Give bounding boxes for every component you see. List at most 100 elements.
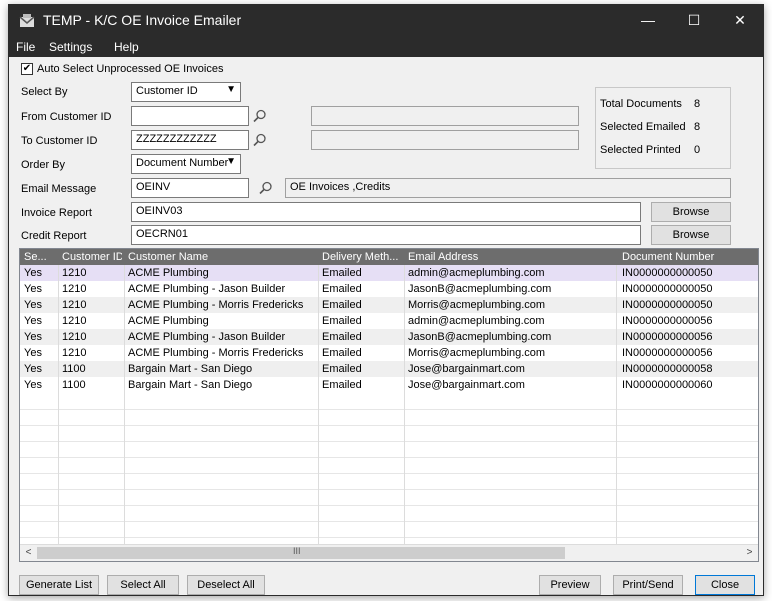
menu-bar: File Settings Help xyxy=(9,37,763,57)
cell-email-address: admin@acmeplumbing.com xyxy=(408,315,545,327)
order-by-value: Document Number xyxy=(136,157,229,169)
scroll-left-icon[interactable]: < xyxy=(21,546,36,561)
email-message-label: Email Message xyxy=(21,183,97,195)
cell-customer-id: 1210 xyxy=(62,267,87,279)
grid-body: Yes 1210 ACME Plumbing Emailed admin@acm… xyxy=(20,265,758,561)
print-send-button[interactable]: Print/Send xyxy=(613,575,683,595)
cell-selected: Yes xyxy=(24,347,42,359)
grid-header: Se... Customer ID Customer Name Delivery… xyxy=(20,249,758,265)
cell-customer-id: 1100 xyxy=(62,363,86,375)
row-divider xyxy=(20,537,758,538)
table-row[interactable]: Yes 1210 ACME Plumbing Emailed admin@acm… xyxy=(20,265,758,281)
table-row[interactable]: Yes 1210 ACME Plumbing - Jason Builder E… xyxy=(20,281,758,297)
cell-selected: Yes xyxy=(24,331,42,343)
order-by-dropdown[interactable]: Document Number ▼ xyxy=(131,154,241,174)
finder-icon[interactable] xyxy=(259,181,273,195)
total-documents-value: 8 xyxy=(694,98,701,110)
row-divider xyxy=(20,409,758,410)
select-by-dropdown[interactable]: Customer ID ▼ xyxy=(131,82,241,102)
column-divider xyxy=(58,265,59,561)
cell-customer-name: ACME Plumbing xyxy=(128,267,209,279)
invoice-browse-button[interactable]: Browse xyxy=(651,202,731,222)
column-header-delivery-method[interactable]: Delivery Meth... xyxy=(322,251,400,263)
invoice-report-input[interactable]: OEINV03 xyxy=(131,202,641,222)
scrollbar-grip: III xyxy=(293,546,301,556)
cell-selected: Yes xyxy=(24,363,42,375)
cell-customer-id: 1210 xyxy=(62,331,87,343)
to-customer-input[interactable]: ZZZZZZZZZZZZ xyxy=(131,130,249,150)
table-row[interactable]: Yes 1210 ACME Plumbing - Jason Builder E… xyxy=(20,329,758,345)
from-customer-input[interactable] xyxy=(131,106,249,126)
cell-customer-name: Bargain Mart - San Diego xyxy=(128,379,253,391)
table-row[interactable]: Yes 1210 ACME Plumbing - Morris Frederic… xyxy=(20,345,758,361)
column-header-email-address[interactable]: Email Address xyxy=(408,251,608,263)
cell-customer-id: 1210 xyxy=(62,315,87,327)
from-customer-label: From Customer ID xyxy=(21,111,112,123)
credit-report-label: Credit Report xyxy=(21,230,87,242)
column-divider xyxy=(404,265,405,561)
cell-delivery-method: Emailed xyxy=(322,299,362,311)
column-header-customer-name[interactable]: Customer Name xyxy=(128,251,313,263)
minimize-button[interactable]: — xyxy=(625,5,671,37)
cell-customer-name: ACME Plumbing - Morris Fredericks xyxy=(128,299,304,311)
column-header-customer-id[interactable]: Customer ID xyxy=(62,251,122,263)
close-button[interactable]: Close xyxy=(695,575,755,595)
maximize-button[interactable]: ☐ xyxy=(671,5,717,37)
cell-selected: Yes xyxy=(24,267,42,279)
cell-email-address: Jose@bargainmart.com xyxy=(408,363,525,375)
auto-select-checkbox[interactable]: ✔ xyxy=(21,63,33,75)
window-title: TEMP - K/C OE Invoice Emailer xyxy=(43,12,242,28)
column-header-selected[interactable]: Se... xyxy=(24,251,54,263)
auto-select-label: Auto Select Unprocessed OE Invoices xyxy=(37,63,224,75)
table-row[interactable]: Yes 1100 Bargain Mart - San Diego Emaile… xyxy=(20,361,758,377)
deselect-all-button[interactable]: Deselect All xyxy=(187,575,265,595)
to-customer-label: To Customer ID xyxy=(21,135,98,147)
total-documents-label: Total Documents xyxy=(600,98,682,110)
cell-email-address: Jose@bargainmart.com xyxy=(408,379,525,391)
totals-panel: Total Documents 8 Selected Emailed 8 Sel… xyxy=(595,87,731,169)
cell-delivery-method: Emailed xyxy=(322,331,362,343)
cell-delivery-method: Emailed xyxy=(322,267,362,279)
email-message-input[interactable]: OEINV xyxy=(131,178,249,198)
finder-icon[interactable] xyxy=(253,133,267,147)
cell-delivery-method: Emailed xyxy=(322,315,362,327)
order-by-label: Order By xyxy=(21,159,66,171)
close-window-button[interactable]: ✕ xyxy=(717,5,763,37)
documents-grid[interactable]: Se... Customer ID Customer Name Delivery… xyxy=(19,248,759,562)
scrollbar-thumb[interactable]: III xyxy=(37,546,565,559)
selected-emailed-value: 8 xyxy=(694,121,701,133)
table-row[interactable]: Yes 1100 Bargain Mart - San Diego Emaile… xyxy=(20,377,758,393)
cell-selected: Yes xyxy=(24,283,42,295)
menu-file[interactable]: File xyxy=(16,40,35,54)
credit-report-input[interactable]: OECRN01 xyxy=(131,225,641,245)
finder-icon[interactable] xyxy=(253,109,267,123)
column-divider xyxy=(616,265,617,561)
table-row[interactable]: Yes 1210 ACME Plumbing - Morris Frederic… xyxy=(20,297,758,313)
cell-email-address: Morris@acmeplumbing.com xyxy=(408,347,546,359)
column-header-document-number[interactable]: Document Number xyxy=(622,251,752,263)
row-divider xyxy=(20,457,758,458)
title-bar: TEMP - K/C OE Invoice Emailer — ☐ ✕ xyxy=(9,5,763,37)
selected-emailed-label: Selected Emailed xyxy=(600,121,686,133)
select-by-value: Customer ID xyxy=(136,85,198,97)
select-all-button[interactable]: Select All xyxy=(107,575,179,595)
cell-customer-name: ACME Plumbing xyxy=(128,315,209,327)
cell-delivery-method: Emailed xyxy=(322,379,362,391)
menu-settings[interactable]: Settings xyxy=(49,40,92,54)
cell-document-number: IN0000000000056 xyxy=(622,347,713,359)
menu-help[interactable]: Help xyxy=(114,40,139,54)
credit-browse-button[interactable]: Browse xyxy=(651,225,731,245)
horizontal-scrollbar[interactable]: < III > xyxy=(20,544,758,561)
table-row[interactable]: Yes 1210 ACME Plumbing Emailed admin@acm… xyxy=(20,313,758,329)
cell-customer-name: ACME Plumbing - Jason Builder xyxy=(128,331,286,343)
cell-selected: Yes xyxy=(24,315,42,327)
cell-customer-id: 1210 xyxy=(62,283,87,295)
generate-list-button[interactable]: Generate List xyxy=(19,575,99,595)
column-divider xyxy=(124,265,125,561)
to-customer-description xyxy=(311,130,579,150)
cell-email-address: JasonB@acmeplumbing.com xyxy=(408,283,552,295)
scroll-right-icon[interactable]: > xyxy=(742,546,757,561)
preview-button[interactable]: Preview xyxy=(539,575,601,595)
cell-customer-name: ACME Plumbing - Jason Builder xyxy=(128,283,286,295)
cell-document-number: IN0000000000050 xyxy=(622,299,713,311)
